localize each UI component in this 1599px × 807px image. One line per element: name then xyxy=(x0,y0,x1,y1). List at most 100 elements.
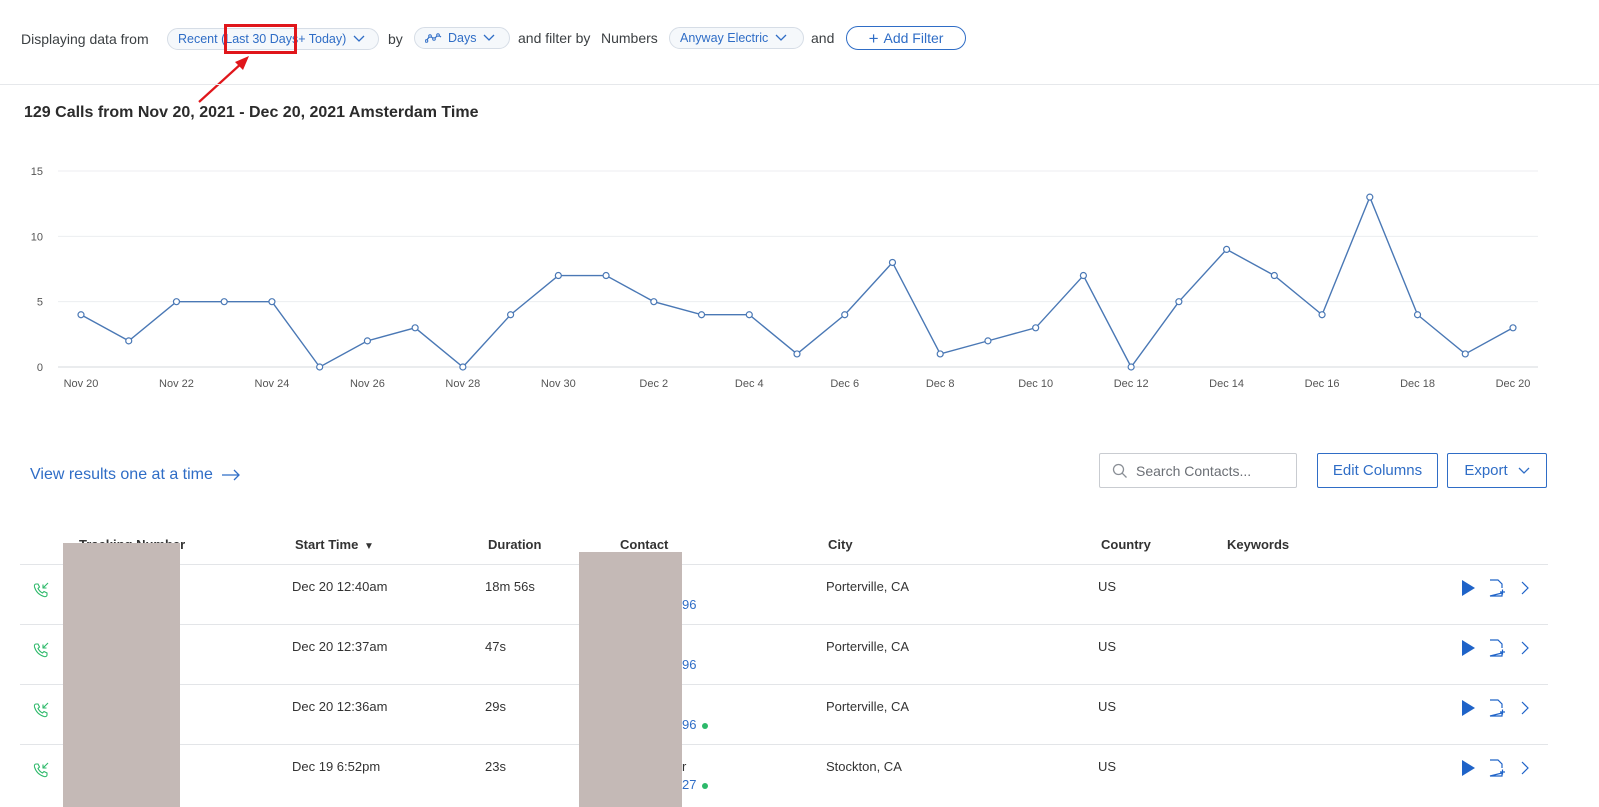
row-start-time: Dec 20 12:36am xyxy=(292,699,388,714)
x-tick-label: Dec 20 xyxy=(1496,378,1531,390)
chevron-down-icon xyxy=(353,35,365,42)
data-point[interactable] xyxy=(411,324,419,332)
x-tick-label: Nov 22 xyxy=(159,378,194,390)
data-point[interactable] xyxy=(697,311,706,319)
add-note-icon[interactable] xyxy=(1488,579,1506,597)
data-point[interactable] xyxy=(125,337,133,345)
divider xyxy=(0,84,1599,85)
data-point[interactable] xyxy=(1461,350,1469,358)
add-filter-button[interactable]: + Add Filter xyxy=(846,26,966,50)
row-start-time: Dec 20 12:40am xyxy=(292,579,388,594)
play-icon[interactable] xyxy=(1460,759,1476,777)
row-city: Stockton, CA xyxy=(826,759,902,774)
play-icon[interactable] xyxy=(1460,579,1476,597)
header-country[interactable]: Country xyxy=(1101,537,1151,552)
annotation-highlight-box xyxy=(224,24,297,54)
export-button[interactable]: Export xyxy=(1447,453,1547,488)
play-icon[interactable] xyxy=(1460,699,1476,717)
view-one-at-a-time-link[interactable]: View results one at a time xyxy=(30,466,241,484)
data-point[interactable] xyxy=(1079,271,1088,280)
data-point[interactable] xyxy=(363,337,371,345)
row-duration: 47s xyxy=(485,639,506,654)
add-note-icon[interactable] xyxy=(1488,759,1506,777)
header-duration[interactable]: Duration xyxy=(488,537,541,552)
redaction-block-contact xyxy=(579,552,682,807)
table-row[interactable]: Dec 20 12:37am 47s 96 Porterville, CA US xyxy=(20,624,1548,685)
data-point[interactable] xyxy=(554,271,562,280)
data-point[interactable] xyxy=(1222,245,1231,254)
play-icon[interactable] xyxy=(1460,639,1476,657)
edit-columns-button[interactable]: Edit Columns xyxy=(1317,453,1438,488)
chevron-down-icon xyxy=(1518,467,1530,474)
search-contacts-input[interactable] xyxy=(1134,461,1288,480)
row-country: US xyxy=(1098,759,1117,774)
incoming-call-icon xyxy=(33,582,49,598)
chevron-right-icon[interactable] xyxy=(1520,761,1530,775)
x-tick-label: Dec 6 xyxy=(830,378,859,390)
incoming-call-icon xyxy=(33,642,49,658)
plus-icon: + xyxy=(868,28,879,48)
data-point[interactable] xyxy=(984,337,992,345)
chevron-right-icon[interactable] xyxy=(1520,581,1530,595)
incoming-call-icon xyxy=(33,702,49,718)
row-duration: 29s xyxy=(485,699,506,714)
data-point[interactable] xyxy=(268,298,276,306)
row-contact-number[interactable]: 96 xyxy=(682,717,709,732)
row-contact-number[interactable]: 96 xyxy=(682,597,696,612)
data-point[interactable] xyxy=(77,311,85,319)
chevron-right-icon[interactable] xyxy=(1520,641,1530,655)
data-point[interactable] xyxy=(841,311,849,319)
header-contact[interactable]: Contact xyxy=(620,537,668,552)
data-point[interactable] xyxy=(316,363,324,371)
date-range-part1: Recent ( xyxy=(178,32,226,46)
row-start-time: Dec 19 6:52pm xyxy=(292,759,381,774)
table-row[interactable]: Dec 20 12:40am 18m 56s 96 Porterville, C… xyxy=(20,564,1548,625)
header-start-time[interactable]: Start Time ▼ xyxy=(295,537,374,552)
data-point[interactable] xyxy=(602,271,610,280)
data-point[interactable] xyxy=(220,298,228,306)
data-point[interactable] xyxy=(1032,324,1040,332)
add-filter-label: Add Filter xyxy=(883,30,944,46)
data-point[interactable] xyxy=(1318,311,1326,319)
data-point[interactable] xyxy=(745,311,753,319)
data-point[interactable] xyxy=(793,350,801,358)
data-point[interactable] xyxy=(1175,298,1183,306)
data-point[interactable] xyxy=(507,311,515,319)
x-tick-label: Nov 28 xyxy=(445,378,480,390)
header-city[interactable]: City xyxy=(828,537,853,552)
header-start-time-label: Start Time xyxy=(295,537,359,552)
data-point[interactable] xyxy=(650,298,658,306)
chart-title: 129 Calls from Nov 20, 2021 - Dec 20, 20… xyxy=(24,104,479,121)
row-duration: 23s xyxy=(485,759,506,774)
numbers-value: Anyway Electric xyxy=(680,31,769,45)
row-contact-number[interactable]: 27 xyxy=(682,777,709,792)
add-note-icon[interactable] xyxy=(1488,699,1506,717)
chevron-right-icon[interactable] xyxy=(1520,701,1530,715)
data-point[interactable] xyxy=(459,363,467,371)
data-point[interactable] xyxy=(936,350,944,358)
calls-line-chart: 0 5 10 15 Nov 20 Nov 22 Nov 24 Nov 26 Nov 28 Nov … xyxy=(31,166,1538,390)
x-tick-label: Nov 30 xyxy=(541,378,576,390)
row-city: Porterville, CA xyxy=(826,579,910,594)
table-row[interactable]: Dec 20 12:36am 29s 96 Porterville, CA US xyxy=(20,684,1548,745)
data-point[interactable] xyxy=(1366,193,1374,201)
data-point[interactable] xyxy=(1509,324,1517,332)
arrow-right-icon xyxy=(222,469,241,481)
header-keywords[interactable]: Keywords xyxy=(1227,537,1289,552)
interval-dropdown[interactable]: Days xyxy=(414,27,510,49)
search-contacts[interactable] xyxy=(1099,453,1297,488)
data-point[interactable] xyxy=(172,298,181,306)
y-tick-label: 0 xyxy=(37,362,43,374)
data-point[interactable] xyxy=(888,258,897,267)
row-city: Porterville, CA xyxy=(826,699,910,714)
data-point[interactable] xyxy=(1413,311,1422,319)
add-note-icon[interactable] xyxy=(1488,639,1506,657)
data-point[interactable] xyxy=(1270,271,1278,280)
row-contact-number[interactable]: 96 xyxy=(682,657,696,672)
by-label: by xyxy=(388,31,403,47)
export-label: Export xyxy=(1464,462,1508,479)
table-row[interactable]: Dec 19 6:52pm 23s r 27 Stockton, CA US xyxy=(20,744,1548,805)
data-point[interactable] xyxy=(1127,363,1135,371)
row-contact-name: r xyxy=(682,759,687,774)
numbers-dropdown[interactable]: Anyway Electric xyxy=(669,27,804,49)
